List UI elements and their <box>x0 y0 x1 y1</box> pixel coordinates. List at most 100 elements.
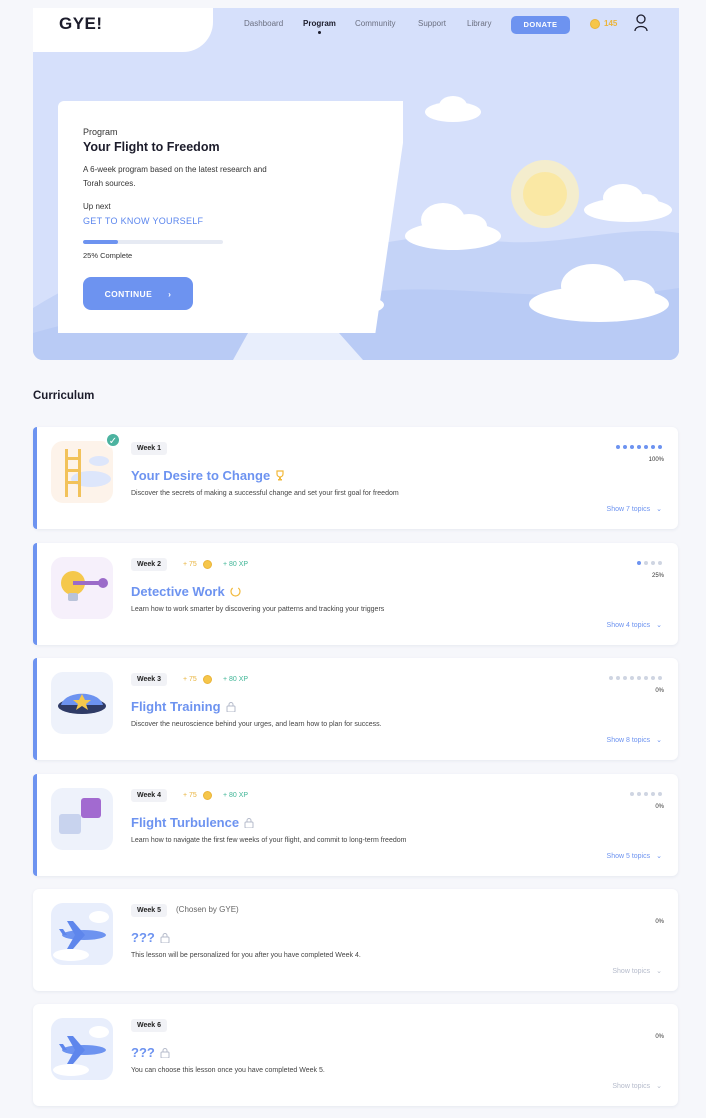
progress-dot <box>623 445 627 449</box>
week-progress-dots <box>616 445 662 449</box>
week-description: Discover the secrets of making a success… <box>131 490 399 497</box>
week-thumbnail <box>51 903 113 965</box>
progress-dot <box>609 676 613 680</box>
progress-dot <box>651 445 655 449</box>
xp-reward: + 80 XP <box>223 676 249 683</box>
show-topics-label: Show 8 topics <box>606 736 651 744</box>
program-title: Your Flight to Freedom <box>83 140 220 154</box>
week-description: Learn how to work smarter by discovering… <box>131 606 385 613</box>
progress-dot <box>651 792 655 796</box>
donate-button[interactable]: DONATE <box>511 16 570 34</box>
curriculum-title: Curriculum <box>33 390 95 402</box>
chevron-down-icon: ⌄ <box>656 622 662 629</box>
progress-dot <box>644 676 648 680</box>
week-label: Week 4 <box>131 789 167 802</box>
week-card[interactable]: ✓ Week 1 Your Desire to Change Discover the… <box>33 427 678 529</box>
week-description: Discover the neuroscience behind your ur… <box>131 721 382 728</box>
nav-program[interactable]: Program <box>303 19 336 28</box>
logo[interactable]: GYE! <box>59 14 103 34</box>
nav-dashboard[interactable]: Dashboard <box>244 19 283 28</box>
lock-icon <box>160 932 170 943</box>
week-progress-dots <box>637 561 662 565</box>
week-title[interactable]: Detective Work <box>131 584 241 599</box>
progress-dot <box>658 792 662 796</box>
show-topics-label: Show topics <box>612 967 651 975</box>
show-topics-toggle[interactable]: Show 8 topics ⌄ <box>606 736 662 745</box>
week-progress-dots <box>630 792 662 796</box>
program-description: A 6-week program based on the latest res… <box>83 165 267 188</box>
progress-dot <box>616 445 620 449</box>
week-description: Learn how to navigate the first few week… <box>131 837 407 844</box>
chevron-down-icon: ⌄ <box>656 506 662 513</box>
progress-dot <box>637 676 641 680</box>
coin-reward: + 75 <box>183 561 197 568</box>
week-title-text: Detective Work <box>131 584 225 599</box>
progress-dot <box>630 792 634 796</box>
progress-dot <box>651 676 655 680</box>
week-label: Week 1 <box>131 442 167 455</box>
week-meta: (Chosen by GYE) <box>176 905 239 914</box>
nav-active-indicator <box>318 31 321 34</box>
user-icon[interactable] <box>634 14 648 32</box>
progress-dot <box>637 561 641 565</box>
coin-icon <box>590 19 600 29</box>
coin-icon <box>203 560 212 569</box>
week-card[interactable]: Week 6??? You can choose this lesson once… <box>33 1004 678 1106</box>
nav-community[interactable]: Community <box>355 19 395 28</box>
nav-support[interactable]: Support <box>418 19 446 28</box>
week-label: Week 6 <box>131 1019 167 1032</box>
week-title[interactable]: Flight Training <box>131 699 236 714</box>
progress-dot <box>637 792 641 796</box>
show-topics-toggle[interactable]: Show topics ⌄ <box>612 967 662 976</box>
progress-dot <box>644 445 648 449</box>
week-description: This lesson will be personalized for you… <box>131 952 361 959</box>
show-topics-toggle[interactable]: Show topics ⌄ <box>612 1082 662 1091</box>
xp-reward: + 80 XP <box>223 792 249 799</box>
week-title-text: Your Desire to Change <box>131 468 271 483</box>
show-topics-toggle[interactable]: Show 4 topics ⌄ <box>607 621 662 630</box>
week-label: Week 3 <box>131 673 167 686</box>
progress-dot <box>658 676 662 680</box>
progress-dot <box>644 792 648 796</box>
show-topics-toggle[interactable]: Show 7 topics ⌄ <box>607 505 662 514</box>
coin-icon <box>203 675 212 684</box>
chevron-down-icon: ⌄ <box>656 968 662 975</box>
chevron-down-icon: ⌄ <box>656 737 662 744</box>
week-thumbnail <box>51 557 113 619</box>
program-progress-fill <box>83 240 118 244</box>
progress-dot <box>644 561 648 565</box>
coin-reward: + 75 <box>183 792 197 799</box>
nav-library[interactable]: Library <box>467 19 491 28</box>
page: GYE! Dashboard Program Community Support… <box>0 0 706 1118</box>
progress-dot <box>630 445 634 449</box>
week-title[interactable]: ??? <box>131 1045 170 1060</box>
week-card[interactable]: Week 4 + 75 + 80 XP Flight Turbulence Learn … <box>33 774 678 876</box>
coin-reward: + 75 <box>183 676 197 683</box>
week-label: Week 5 <box>131 904 167 917</box>
week-card[interactable]: Week 2 + 75 + 80 XP Detective Work Learn how… <box>33 543 678 645</box>
week-title-text: Flight Training <box>131 699 221 714</box>
week-title[interactable]: ??? <box>131 930 170 945</box>
week-thumbnail <box>51 788 113 850</box>
continue-button[interactable]: CONTINUE › <box>83 277 193 310</box>
week-title[interactable]: Flight Turbulence <box>131 815 254 830</box>
progress-dot <box>651 561 655 565</box>
progress-dot <box>658 445 662 449</box>
progress-dot <box>637 445 641 449</box>
lock-icon <box>160 1047 170 1058</box>
next-lesson-link[interactable]: GET TO KNOW YOURSELF <box>83 216 203 226</box>
spinner-icon <box>230 586 241 597</box>
week-title[interactable]: Your Desire to Change <box>131 468 285 483</box>
progress-dot <box>623 676 627 680</box>
check-icon: ✓ <box>105 432 121 448</box>
week-label: Week 2 <box>131 558 167 571</box>
continue-label: CONTINUE <box>104 288 153 299</box>
show-topics-label: Show 5 topics <box>606 852 651 860</box>
show-topics-toggle[interactable]: Show 5 topics ⌄ <box>606 852 662 861</box>
week-card[interactable]: Week 5 (Chosen by GYE)??? This lesson will… <box>33 889 678 991</box>
chevron-down-icon: ⌄ <box>656 853 662 860</box>
program-eyebrow: Program <box>83 127 118 137</box>
week-card[interactable]: Week 3 + 75 + 80 XP Flight Training Discover… <box>33 658 678 760</box>
week-thumbnail <box>51 441 113 503</box>
week-percent: 25% <box>651 573 664 579</box>
